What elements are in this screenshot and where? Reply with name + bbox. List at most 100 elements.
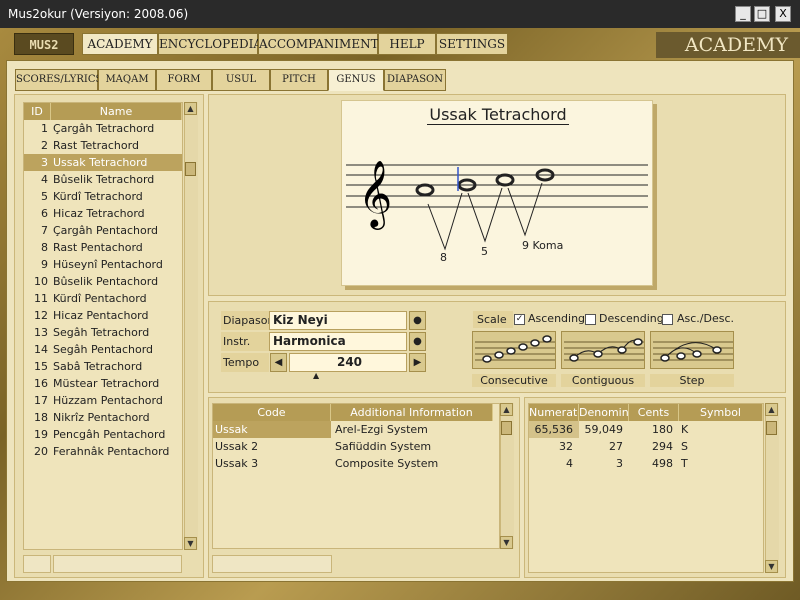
symbol-cell: K bbox=[681, 423, 689, 436]
list-item-name: Rast Pentachord bbox=[53, 241, 143, 254]
list-item[interactable]: 8 Rast Pentachord bbox=[24, 239, 182, 256]
descending-checkbox[interactable] bbox=[585, 314, 596, 325]
subtab-form[interactable]: FORM bbox=[156, 69, 212, 91]
list-item[interactable]: 4 Bûselik Tetrachord bbox=[24, 171, 182, 188]
tempo-field[interactable]: 240 bbox=[289, 353, 407, 372]
column-header-numerator[interactable]: Numerato bbox=[529, 404, 579, 421]
list-item[interactable]: 11 Kürdî Pentachord bbox=[24, 290, 182, 307]
list-item[interactable]: 15 Sabâ Tetrachord bbox=[24, 358, 182, 375]
list-item[interactable]: 5 Kürdî Tetrachord bbox=[24, 188, 182, 205]
column-header-name[interactable]: Name bbox=[51, 103, 182, 120]
list-item[interactable]: 12 Hicaz Pentachord bbox=[24, 307, 182, 324]
column-header-info[interactable]: Additional Information bbox=[331, 404, 493, 421]
ratio-scroll-thumb[interactable] bbox=[766, 421, 777, 435]
contiguous-scale-button[interactable] bbox=[561, 331, 645, 369]
list-item-id: 16 bbox=[34, 377, 48, 390]
contiguous-label: Contiguous bbox=[561, 374, 645, 387]
subtab-maqam[interactable]: MAQAM bbox=[98, 69, 156, 91]
list-item[interactable]: 18 Nikrîz Pentachord bbox=[24, 409, 182, 426]
list-item[interactable]: 16 Müstear Tetrachord bbox=[24, 375, 182, 392]
step-scale-button[interactable] bbox=[650, 331, 734, 369]
tempo-decrease-icon[interactable]: ◀ bbox=[270, 353, 287, 372]
numerator-cell: 32 bbox=[559, 440, 573, 453]
scroll-down-icon[interactable]: ▼ bbox=[184, 537, 197, 550]
list-item[interactable]: 10 Bûselik Pentachord bbox=[24, 273, 182, 290]
instrument-select-button[interactable]: ● bbox=[409, 332, 426, 351]
list-item-name: Segâh Tetrachord bbox=[53, 326, 150, 339]
list-item[interactable]: 3 Ussak Tetrachord bbox=[24, 154, 182, 171]
status-field-1 bbox=[23, 555, 51, 573]
diapason-select-button[interactable]: ● bbox=[409, 311, 426, 330]
diapason-field[interactable]: Kiz Neyi bbox=[269, 311, 407, 330]
info-cell: Composite System bbox=[335, 457, 439, 470]
subtab-diapason[interactable]: DIAPASON bbox=[384, 69, 446, 91]
window-titlebar: Mus2okur (Versiyon: 2008.06) bbox=[0, 0, 800, 28]
table-row[interactable]: Ussak Arel-Ezgi System bbox=[213, 421, 493, 438]
tab-settings[interactable]: SETTINGS bbox=[436, 33, 508, 55]
consecutive-scale-icon bbox=[475, 335, 555, 363]
table-row[interactable]: 4 3 498 T bbox=[529, 455, 763, 472]
cents-cell: 294 bbox=[652, 440, 673, 453]
list-item[interactable]: 14 Segâh Pentachord bbox=[24, 341, 182, 358]
interval-label-2: 5 bbox=[481, 245, 488, 258]
column-header-cents[interactable]: Cents bbox=[629, 404, 679, 421]
tab-academy[interactable]: ACADEMY bbox=[82, 33, 158, 55]
tab-encyclopedia[interactable]: ENCYCLOPEDIA bbox=[158, 33, 262, 55]
list-item-name: Bûselik Pentachord bbox=[53, 275, 159, 288]
column-header-id[interactable]: ID bbox=[24, 103, 51, 120]
instrument-field[interactable]: Harmonica bbox=[269, 332, 407, 351]
list-item-name: Çargâh Pentachord bbox=[53, 224, 159, 237]
list-item[interactable]: 20 Ferahnâk Pentachord bbox=[24, 443, 182, 460]
maximize-button[interactable]: □ bbox=[754, 6, 770, 22]
ratio-scroll-up-icon[interactable]: ▲ bbox=[765, 403, 778, 416]
table-row[interactable]: Ussak 3 Composite System bbox=[213, 455, 493, 472]
code-scroll-up-icon[interactable]: ▲ bbox=[500, 403, 513, 416]
subtab-pitch[interactable]: PITCH bbox=[270, 69, 328, 91]
list-item-name: Ferahnâk Pentachord bbox=[53, 445, 170, 458]
list-item[interactable]: 9 Hüseynî Pentachord bbox=[24, 256, 182, 273]
list-item[interactable]: 7 Çargâh Pentachord bbox=[24, 222, 182, 239]
cents-cell: 498 bbox=[652, 457, 673, 470]
asc-desc-checkbox[interactable] bbox=[662, 314, 673, 325]
notes bbox=[415, 167, 555, 197]
column-header-symbol[interactable]: Symbol bbox=[679, 404, 763, 421]
list-item-name: Hicaz Tetrachord bbox=[53, 207, 145, 220]
scroll-thumb[interactable] bbox=[185, 162, 196, 176]
window-title: Mus2okur (Versiyon: 2008.06) bbox=[8, 7, 189, 21]
list-item[interactable]: 13 Segâh Tetrachord bbox=[24, 324, 182, 341]
list-item[interactable]: 6 Hicaz Tetrachord bbox=[24, 205, 182, 222]
code-scroll-thumb[interactable] bbox=[501, 421, 512, 435]
list-item-id: 5 bbox=[41, 190, 48, 203]
table-row[interactable]: 32 27 294 S bbox=[529, 438, 763, 455]
column-header-code[interactable]: Code bbox=[213, 404, 331, 421]
close-button[interactable]: X bbox=[775, 6, 791, 22]
genus-rows: 1 Çargâh Tetrachord 2 Rast Tetrachord 3 Ussak… bbox=[24, 120, 182, 460]
contiguous-scale-icon bbox=[564, 338, 644, 362]
subtab-usul[interactable]: USUL bbox=[212, 69, 270, 91]
tempo-increase-icon[interactable]: ▶ bbox=[409, 353, 426, 372]
consecutive-scale-button[interactable] bbox=[472, 331, 556, 369]
subtab-scores-lyrics[interactable]: SCORES/LYRICS bbox=[15, 69, 102, 91]
list-item[interactable]: 17 Hüzzam Pentachord bbox=[24, 392, 182, 409]
tab-help[interactable]: HELP bbox=[378, 33, 436, 55]
treble-clef-icon: 𝄞 bbox=[358, 159, 392, 230]
info-cell: Arel-Ezgi System bbox=[335, 423, 428, 436]
ascending-label: Ascending bbox=[528, 312, 586, 325]
list-item[interactable]: 19 Pencgâh Pentachord bbox=[24, 426, 182, 443]
cents-cell: 180 bbox=[652, 423, 673, 436]
code-scroll-down-icon[interactable]: ▼ bbox=[500, 536, 513, 549]
info-cell: Safiüddin System bbox=[335, 440, 432, 453]
subtab-genus[interactable]: GENUS bbox=[328, 69, 384, 91]
minimize-button[interactable]: _ bbox=[735, 6, 751, 22]
list-item[interactable]: 2 Rast Tetrachord bbox=[24, 137, 182, 154]
scroll-up-icon[interactable]: ▲ bbox=[184, 102, 197, 115]
ratio-scroll-down-icon[interactable]: ▼ bbox=[765, 560, 778, 573]
descending-label: Descending bbox=[599, 312, 664, 325]
ascending-checkbox[interactable]: ✓ bbox=[514, 314, 525, 325]
column-header-denominator[interactable]: Denomina bbox=[579, 404, 629, 421]
tab-accompaniment[interactable]: ACCOMPANIMENT bbox=[258, 33, 379, 55]
code-cell: Ussak 2 bbox=[215, 440, 259, 453]
table-row[interactable]: Ussak 2 Safiüddin System bbox=[213, 438, 493, 455]
table-row[interactable]: 65,536 59,049 180 K bbox=[529, 421, 763, 438]
list-item[interactable]: 1 Çargâh Tetrachord bbox=[24, 120, 182, 137]
